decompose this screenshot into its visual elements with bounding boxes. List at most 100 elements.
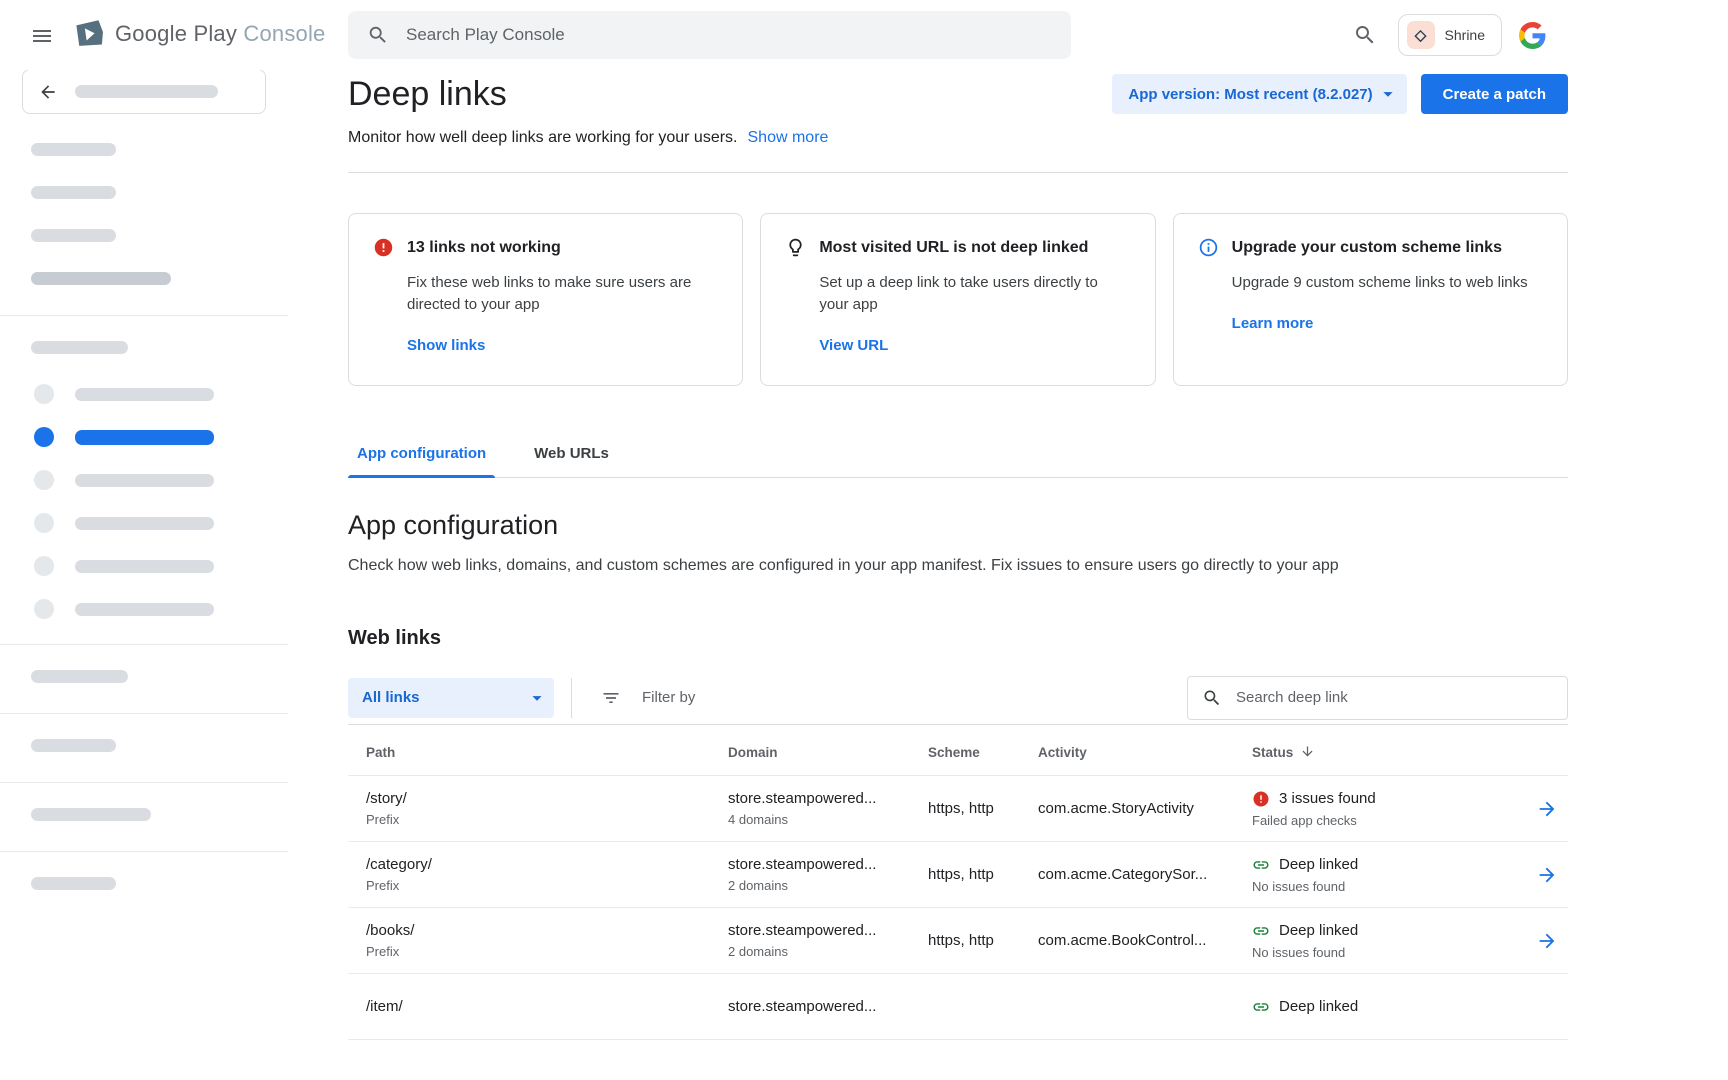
app-selector-label: Shrine: [1445, 27, 1485, 43]
app-selector-chip[interactable]: ◇ Shrine: [1398, 14, 1502, 56]
global-search[interactable]: [348, 11, 1071, 59]
card-upgrade-scheme-links: Upgrade your custom scheme links Upgrade…: [1173, 213, 1568, 386]
status-value: 3 issues found: [1279, 790, 1376, 807]
tab-web-urls[interactable]: Web URLs: [525, 432, 618, 477]
web-links-table: Path Domain Scheme Activity Status /stor…: [348, 727, 1568, 1040]
sidebar-item[interactable]: [34, 470, 288, 490]
domain-count: 4 domains: [728, 812, 928, 827]
card-title: Most visited URL is not deep linked: [819, 239, 1088, 257]
column-header-path[interactable]: Path: [348, 727, 728, 776]
deep-link-search[interactable]: [1187, 676, 1568, 720]
show-more-link[interactable]: Show more: [748, 129, 829, 147]
top-bar: Google Play Console ◇ Shrine: [0, 0, 1728, 70]
section-description: Check how web links, domains, and custom…: [348, 557, 1568, 575]
link-icon: [1252, 856, 1270, 874]
card-body: Fix these web links to make sure users a…: [407, 272, 717, 316]
play-console-logo-icon: [72, 18, 106, 50]
card-title: Upgrade your custom scheme links: [1232, 239, 1502, 257]
path-type: Prefix: [366, 878, 728, 893]
column-header-domain[interactable]: Domain: [728, 727, 928, 776]
menu-icon[interactable]: [28, 22, 56, 50]
tab-app-configuration[interactable]: App configuration: [348, 432, 495, 477]
domain-value: store.steampowered...: [728, 790, 928, 807]
skeleton-bar: [31, 341, 128, 354]
sidebar-item[interactable]: [34, 556, 288, 576]
row-arrow-icon[interactable]: [1532, 860, 1562, 890]
activity-value: com.acme.StoryActivity: [1038, 776, 1252, 842]
show-links-link[interactable]: Show links: [407, 337, 485, 354]
status-value: Deep linked: [1279, 856, 1358, 873]
scheme-value: [928, 974, 1038, 1040]
sidebar-divider: [0, 315, 288, 316]
column-header-activity[interactable]: Activity: [1038, 727, 1252, 776]
logo-text-primary: Google Play: [115, 21, 237, 46]
table-header-row: Path Domain Scheme Activity Status: [348, 727, 1568, 776]
domain-count: 2 domains: [728, 878, 928, 893]
sidebar-item[interactable]: [34, 384, 288, 404]
activity-value: com.acme.CategorySor...: [1038, 842, 1252, 908]
table-row[interactable]: /story/Prefix store.steampowered...4 dom…: [348, 776, 1568, 842]
sidebar-item-selected[interactable]: [34, 427, 288, 447]
search-icon: [1202, 688, 1222, 708]
sidebar-item[interactable]: [34, 513, 288, 533]
status-detail: No issues found: [1252, 879, 1508, 894]
path-type: Prefix: [366, 812, 728, 827]
skeleton-bar: [75, 388, 214, 401]
card-title: 13 links not working: [407, 239, 561, 257]
skeleton-bar: [31, 808, 151, 821]
back-button[interactable]: [22, 69, 266, 114]
skeleton-bar: [75, 85, 218, 98]
skeleton-dot: [34, 384, 54, 404]
sort-descending-icon[interactable]: [1300, 744, 1315, 759]
table-toolbar: All links Filter by: [348, 671, 1568, 725]
filter-by-label: Filter by: [642, 689, 695, 706]
skeleton-bar: [75, 603, 214, 616]
path-value: /item/: [366, 998, 728, 1015]
topbar-actions: ◇ Shrine: [1349, 0, 1546, 70]
row-arrow-icon[interactable]: [1532, 926, 1562, 956]
activity-value: [1038, 974, 1252, 1040]
scheme-value: https, http: [928, 908, 1038, 974]
link-icon: [1252, 922, 1270, 940]
page-title: Deep links: [348, 75, 507, 114]
scheme-value: https, http: [928, 776, 1038, 842]
main-content: Deep links App version: Most recent (8.2…: [288, 70, 1728, 1080]
status-value: Deep linked: [1279, 998, 1358, 1015]
search-icon[interactable]: [1349, 19, 1381, 51]
card-most-visited-url: Most visited URL is not deep linked Set …: [760, 213, 1155, 386]
card-body: Upgrade 9 custom scheme links to web lin…: [1232, 272, 1542, 294]
deep-link-search-input[interactable]: [1234, 688, 1553, 707]
create-patch-button[interactable]: Create a patch: [1421, 74, 1568, 114]
column-header-actions: [1508, 727, 1568, 776]
filter-by-button[interactable]: Filter by: [571, 678, 1187, 718]
view-url-link[interactable]: View URL: [819, 337, 888, 354]
skeleton-bar: [31, 186, 116, 199]
skeleton-bar: [31, 229, 116, 242]
section-divider: [348, 172, 1568, 173]
status-value: Deep linked: [1279, 922, 1358, 939]
skeleton-dot: [34, 513, 54, 533]
shrine-app-icon: ◇: [1407, 21, 1435, 49]
row-arrow-icon[interactable]: [1532, 794, 1562, 824]
learn-more-link[interactable]: Learn more: [1232, 315, 1314, 332]
chevron-down-icon: [1377, 83, 1399, 105]
path-type: Prefix: [366, 944, 728, 959]
links-filter-dropdown[interactable]: All links: [348, 678, 554, 718]
link-icon: [1252, 998, 1270, 1016]
table-row[interactable]: /books/Prefix store.steampowered...2 dom…: [348, 908, 1568, 974]
table-row[interactable]: /item/ store.steampowered... Deep linked: [348, 974, 1568, 1040]
global-search-input[interactable]: [404, 24, 1052, 46]
skeleton-dot: [34, 556, 54, 576]
column-header-status[interactable]: Status: [1252, 727, 1508, 776]
sidebar-item[interactable]: [34, 599, 288, 619]
skeleton-bar: [75, 560, 214, 573]
column-header-scheme[interactable]: Scheme: [928, 727, 1038, 776]
card-links-not-working: 13 links not working Fix these web links…: [348, 213, 743, 386]
sidebar-divider: [0, 644, 288, 645]
path-value: /category/: [366, 856, 728, 873]
sidebar: [0, 60, 288, 1080]
skeleton-bar: [31, 670, 128, 683]
app-version-dropdown[interactable]: App version: Most recent (8.2.027): [1112, 74, 1406, 114]
path-value: /books/: [366, 922, 728, 939]
table-row[interactable]: /category/Prefix store.steampowered...2 …: [348, 842, 1568, 908]
